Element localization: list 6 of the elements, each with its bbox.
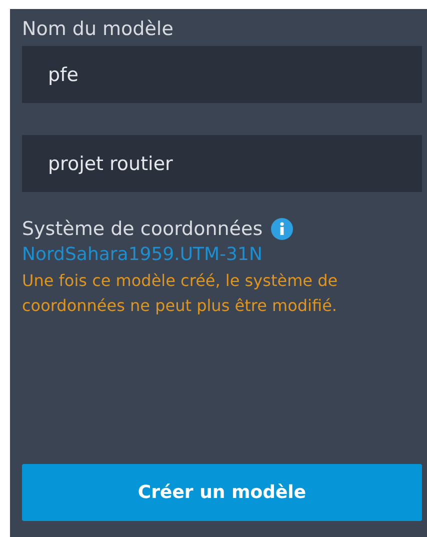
info-icon[interactable] [270, 218, 293, 240]
field-label: Nom du modèle [22, 17, 174, 42]
warning-text: Une fois ce modèle créé, le système de coordonnées ne peut plus être modifié. [22, 270, 339, 317]
section-label: Système de coordonnées [22, 217, 263, 242]
text-field[interactable]: projet routier [22, 135, 422, 192]
text-field[interactable]: pfe [22, 46, 422, 103]
